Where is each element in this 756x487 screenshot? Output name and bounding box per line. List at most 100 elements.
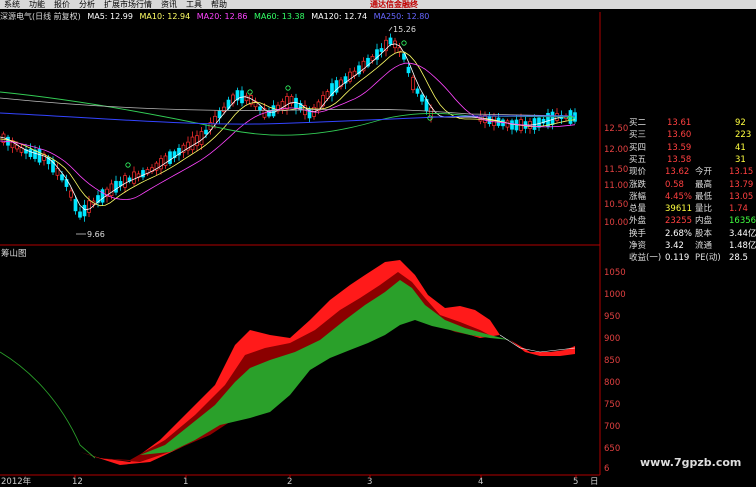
bid-price: 13.60 — [667, 130, 692, 141]
quote-field-label: 收益(一) — [629, 253, 662, 264]
indicator-ticks: 1050 1000 950 900 850 800 750 700 650 6 — [604, 268, 626, 474]
candle-body — [195, 135, 199, 147]
candle-body — [510, 120, 514, 130]
bid-label: 买二 — [629, 118, 647, 128]
price-tick: 11.00 — [604, 181, 628, 191]
candle-body — [285, 96, 289, 110]
quote-field-value: 1.74 — [729, 204, 748, 215]
signal-marker — [285, 85, 291, 91]
time-label: 1 — [183, 477, 188, 487]
quote-row: 现价 13.62 今开 13.15 — [629, 166, 756, 178]
candle-body — [60, 174, 64, 181]
quote-field-label: 净资 — [629, 241, 647, 251]
quote-row: 总量 39611 量比 1.74 — [629, 203, 756, 215]
chip-line-left — [0, 351, 96, 459]
time-label: 2 — [287, 477, 292, 487]
candle-body — [222, 106, 226, 112]
quote-field-value: 23255 — [665, 216, 693, 227]
quote-field-label: 最高 — [695, 179, 713, 190]
candle-body — [37, 148, 42, 163]
time-label: 3 — [367, 477, 372, 487]
candle-body — [159, 158, 163, 170]
moving-averages — [0, 43, 576, 211]
quote-field-label: 现价 — [629, 167, 647, 178]
time-label: 12 — [72, 477, 83, 487]
bid-row: 买二 13.61 92 — [629, 117, 756, 129]
candlesticks — [1, 33, 577, 222]
indicator-tick: 1050 — [604, 268, 626, 278]
quote-field-value: 13.62 — [665, 167, 690, 178]
quote-field-value: 39611 — [665, 204, 693, 215]
quote-field-label: 量比 — [695, 204, 713, 215]
quote-field-label: 换手 — [629, 228, 647, 239]
indicator-tick: 700 — [604, 422, 620, 432]
bid-price: 13.61 — [667, 118, 692, 128]
indicator-tick: 800 — [604, 378, 620, 388]
quote-row: 换手 2.68% 股本 3.44亿 — [629, 228, 756, 240]
candle-body — [199, 131, 204, 145]
price-tick: 10.00 — [604, 218, 628, 228]
quote-field-label: 今开 — [695, 167, 713, 178]
quote-field-label: 总量 — [629, 204, 647, 215]
candle-body — [100, 189, 105, 203]
indicator-tick: 750 — [604, 400, 620, 410]
candle-body — [217, 110, 222, 119]
signal-marker — [247, 89, 253, 95]
bid-volume: 41 — [735, 142, 746, 153]
high-label: 15.26 — [393, 25, 416, 34]
indicator-title: 筹山图 — [1, 248, 27, 259]
bid-row: 买五 13.58 31 — [629, 154, 756, 166]
bid-label: 买三 — [629, 130, 647, 141]
ma20-line — [0, 62, 576, 201]
candle-body — [28, 148, 33, 157]
candle-body — [411, 76, 415, 91]
candle-body — [537, 117, 541, 128]
quote-field-value: 13.05 — [729, 191, 754, 202]
bid-row: 买四 13.59 41 — [629, 142, 756, 154]
quote-field-label: 涨跌 — [629, 179, 647, 190]
candle-body — [294, 97, 298, 109]
price-ticks: 12.50 12.00 11.50 11.00 10.50 10.00 — [604, 124, 628, 228]
candle-body — [114, 180, 118, 193]
time-label: 日 — [590, 477, 599, 487]
candle-body — [420, 94, 424, 102]
quote-field-label: 涨幅 — [629, 191, 647, 202]
indicator-tick: 950 — [604, 312, 620, 322]
signal-marker — [125, 162, 131, 168]
quote-field-label: 内盘 — [695, 216, 713, 227]
quote-field-label: 最低 — [695, 191, 713, 202]
quote-field-value: 3.42 — [665, 241, 684, 251]
bid-price: 13.58 — [667, 154, 692, 165]
bid-label: 买五 — [629, 154, 647, 165]
price-tick: 12.50 — [604, 124, 628, 134]
quote-row: 净资 3.42 流通 1.48亿 — [629, 240, 756, 252]
quote-field-value: 16356 — [729, 216, 756, 227]
quote-row: 收益(一) 0.119 PE(动) 28.5 — [629, 252, 756, 264]
candle-body — [109, 183, 114, 197]
candle-body — [82, 204, 87, 217]
bid-volume: 223 — [735, 130, 752, 141]
quote-field-label: 外盘 — [629, 216, 647, 227]
signal-marker — [401, 40, 407, 46]
chip-line-right — [499, 334, 576, 353]
quote-field-value: 0.119 — [665, 253, 690, 264]
ma5-line — [0, 43, 575, 211]
candle-body — [325, 91, 330, 99]
watermark: www.7gpzb.com — [640, 456, 742, 469]
candle-body — [370, 56, 375, 61]
candle-body — [132, 171, 136, 184]
quote-field-value: 13.79 — [729, 179, 754, 190]
high-annotation: 15.26 — [388, 25, 416, 34]
indicator-tick: 850 — [604, 356, 620, 366]
bid-volume: 31 — [735, 154, 746, 165]
candle-body — [406, 66, 411, 74]
candle-body — [213, 115, 217, 125]
price-tick: 11.50 — [604, 165, 628, 175]
quote-row: 外盘 23255 内盘 16356 — [629, 215, 756, 227]
quote-field-label: 流通 — [695, 241, 713, 251]
low-annotation: 9.66 — [76, 230, 105, 239]
quote-field-value: 4.45% — [665, 191, 693, 202]
candle-body — [73, 199, 78, 212]
time-axis-labels: 2012年 12 1 2 3 4 5 日 — [1, 476, 599, 487]
candle-body — [204, 129, 208, 135]
